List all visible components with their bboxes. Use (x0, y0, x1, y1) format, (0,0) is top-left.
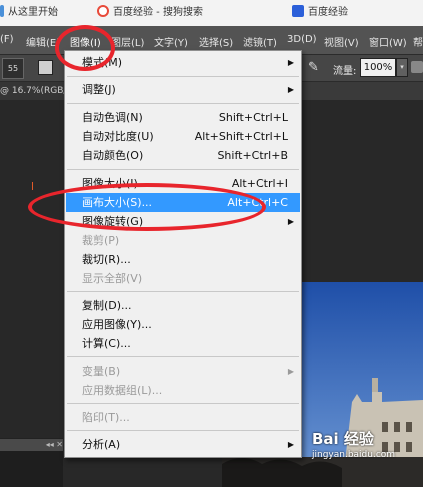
menu-view[interactable]: 视图(V) (324, 34, 359, 49)
submenu-arrow-icon: ▶ (287, 217, 294, 226)
menu-item-canvas-size[interactable]: 画布大小(S)... Alt+Ctrl+C (66, 193, 300, 212)
menu-item-trap: 陷印(T)... (66, 408, 300, 427)
airbrush-toggle-icon[interactable] (411, 61, 423, 73)
menu-item-label: 画布大小(S)... (82, 196, 153, 209)
menu-item-label: 应用数据组(L)... (82, 384, 163, 397)
baidu-watermark: Bai 经验 jingyan.baidu.com (312, 428, 423, 460)
cursor-mark (32, 182, 33, 190)
menu-item-mode[interactable]: 模式(M) ▶ (66, 53, 300, 72)
menu-item-label: 调整(J) (82, 83, 116, 96)
menu-item-apply-data-set: 应用数据组(L)... (66, 381, 300, 400)
bookmark-sogou[interactable]: 百度经验 - 搜狗搜索 (97, 5, 203, 21)
bookmarks-bar: 从这里开始 百度经验 - 搜狗搜索 百度经验 (0, 0, 423, 27)
menu-item-image-size[interactable]: 图像大小(I)... Alt+Ctrl+I (66, 174, 300, 193)
bookmark-start[interactable]: 从这里开始 (0, 5, 58, 21)
document-tab[interactable]: @ 16.7%(RGB/8 (0, 82, 65, 100)
bookmark-label: 从这里开始 (8, 7, 58, 18)
submenu-arrow-icon: ▶ (287, 440, 294, 449)
menu-item-auto-contrast[interactable]: 自动对比度(U) Alt+Shift+Ctrl+L (66, 127, 300, 146)
menu-item-label: 显示全部(V) (82, 272, 143, 285)
flow-input[interactable]: 100% (360, 58, 396, 77)
menu-item-calculations[interactable]: 计算(C)... (66, 334, 300, 353)
menu-item-trim[interactable]: 裁切(R)... (66, 250, 300, 269)
menu-item-adjustments[interactable]: 调整(J) ▶ (66, 80, 300, 99)
brush-panel-icon[interactable] (38, 60, 53, 75)
menu-item-shortcut: Alt+Ctrl+I (231, 177, 288, 190)
menu-item-label: 计算(C)... (82, 337, 131, 350)
menu-item-shortcut: Alt+Ctrl+C (227, 196, 288, 209)
menu-edit[interactable]: 编辑(E) (26, 34, 60, 49)
flow-dropdown-icon[interactable]: ▾ (396, 58, 408, 77)
menu-help[interactable]: 帮 (413, 34, 423, 49)
menu-separator (67, 76, 299, 77)
menu-item-label: 应用图像(Y)... (82, 318, 152, 331)
menu-item-label: 变量(B) (82, 365, 121, 378)
baidu-paw-icon (292, 5, 304, 17)
bookmark-label: 百度经验 (308, 7, 348, 18)
menu-select[interactable]: 选择(S) (199, 34, 233, 49)
menu-3d[interactable]: 3D(D) (287, 34, 317, 45)
airbrush-icon[interactable]: ✎ (308, 60, 319, 75)
menu-item-label: 图像大小(I)... (82, 177, 149, 190)
bookmark-label: 百度经验 - 搜狗搜索 (113, 7, 203, 18)
bookmark-baidu[interactable]: 百度经验 (292, 5, 348, 21)
submenu-arrow-icon: ▶ (287, 85, 294, 94)
menu-item-shortcut: Alt+Shift+Ctrl+L (194, 130, 288, 143)
menu-item-apply-image[interactable]: 应用图像(Y)... (66, 315, 300, 334)
submenu-arrow-icon: ▶ (287, 367, 294, 376)
menu-filter[interactable]: 滤镜(T) (243, 34, 277, 49)
menu-item-variables: 变量(B) ▶ (66, 362, 300, 381)
flow-label: 流量: (333, 66, 357, 77)
menu-separator (67, 169, 299, 170)
menu-item-auto-tone[interactable]: 自动色调(N) Shift+Ctrl+L (66, 108, 300, 127)
menu-image[interactable]: 图像(I) (70, 34, 101, 49)
bookmark-icon (0, 5, 4, 17)
menu-item-label: 图像旋转(G) (82, 215, 144, 228)
menu-item-image-rotation[interactable]: 图像旋转(G) ▶ (66, 212, 300, 231)
menu-window[interactable]: 窗口(W) (369, 34, 407, 49)
menu-item-duplicate[interactable]: 复制(D)... (66, 296, 300, 315)
menu-separator (67, 403, 299, 404)
menu-type[interactable]: 文字(Y) (154, 34, 188, 49)
menu-item-label: 自动色调(N) (82, 111, 143, 124)
menu-item-reveal-all: 显示全部(V) (66, 269, 300, 288)
menu-layer[interactable]: 图层(L) (111, 34, 144, 49)
panel-header[interactable]: ◂◂ ✕ (0, 438, 63, 451)
watermark-url: jingyan.baidu.com (312, 450, 396, 460)
menu-item-label: 模式(M) (82, 56, 123, 69)
menu-item-shortcut: Shift+Ctrl+B (217, 149, 288, 162)
menu-item-shortcut: Shift+Ctrl+L (218, 111, 288, 124)
menu-item-label: 复制(D)... (82, 299, 132, 312)
sogou-icon (97, 5, 109, 17)
menu-item-label: 自动颜色(O) (82, 149, 144, 162)
brush-size-picker[interactable]: 55 (2, 58, 24, 79)
menu-item-label: 裁切(R)... (82, 253, 131, 266)
submenu-arrow-icon: ▶ (287, 58, 294, 67)
menu-item-label: 自动对比度(U) (82, 130, 154, 143)
menu-separator (67, 103, 299, 104)
menu-file[interactable]: (F) (0, 34, 14, 45)
menu-separator (67, 291, 299, 292)
watermark-logo: Bai 经验 (312, 430, 374, 448)
menu-item-analysis[interactable]: 分析(A) ▶ (66, 435, 300, 454)
image-menu-dropdown: 模式(M) ▶ 调整(J) ▶ 自动色调(N) Shift+Ctrl+L 自动对… (64, 50, 302, 458)
menu-item-crop: 裁剪(P) (66, 231, 300, 250)
menu-item-auto-color[interactable]: 自动颜色(O) Shift+Ctrl+B (66, 146, 300, 165)
menu-separator (67, 356, 299, 357)
menu-item-label: 分析(A) (82, 438, 121, 451)
menu-separator (67, 430, 299, 431)
menu-item-label: 陷印(T)... (82, 411, 130, 424)
panel-body (0, 451, 63, 487)
menu-item-label: 裁剪(P) (82, 234, 120, 247)
